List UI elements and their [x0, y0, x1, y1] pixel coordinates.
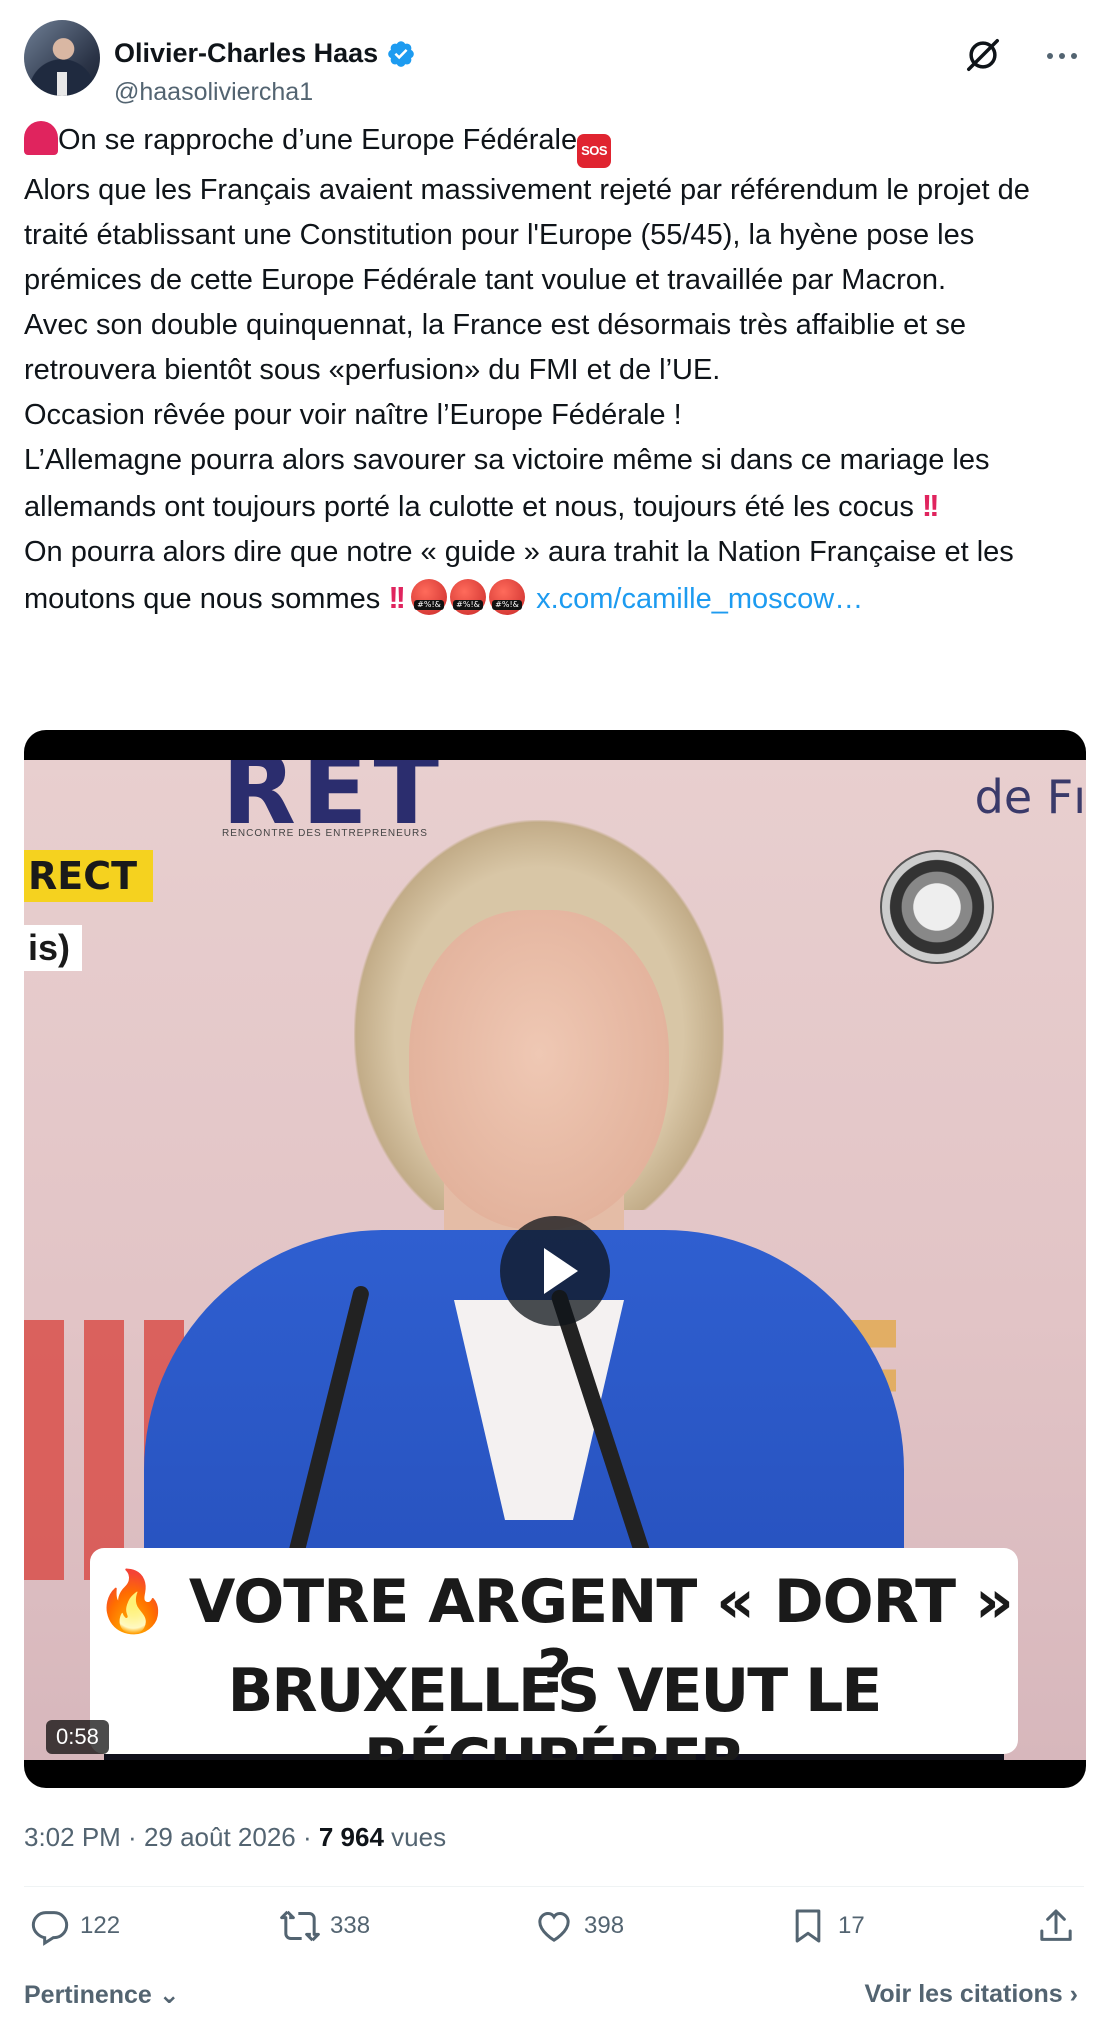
chevron-right-icon: ›: [1069, 1980, 1078, 2008]
quotes-label: Voir les citations: [864, 1980, 1063, 2008]
sos-icon: SOS: [577, 134, 612, 168]
repost-icon: [280, 1910, 320, 1942]
reply-icon: [31, 1911, 69, 1946]
backdrop-defr-text: de Fı: [974, 770, 1086, 824]
divider: [24, 1886, 1084, 1887]
tweet-header: Olivier-Charles Haas @haasoliviercha1: [24, 20, 1084, 106]
tweet-para3: Occasion rêvée pour voir naître l’Europe…: [24, 399, 682, 431]
video-duration: 0:58: [46, 1720, 109, 1754]
double-exclamation-icon: !!: [921, 488, 940, 523]
play-button[interactable]: [500, 1216, 610, 1326]
video-frame[interactable]: RET RENCONTRE DES ENTREPRENEURS de Fı RE…: [24, 760, 1086, 1760]
repost-button[interactable]: 338: [280, 1906, 370, 1946]
action-bar: 122 338 398 17: [24, 1906, 1084, 1966]
author-name[interactable]: Olivier-Charles Haas: [114, 38, 378, 69]
channel-logo-icon: [880, 850, 994, 964]
tweet-date[interactable]: 29 août 2026: [144, 1822, 296, 1852]
fire-icon: 🔥: [95, 1567, 170, 1637]
bookmark-count: 17: [838, 1912, 865, 1939]
location-badge: is): [24, 925, 83, 971]
sort-dropdown[interactable]: Pertinence ⌄: [24, 1980, 180, 2010]
video-caption: 🔥 VOTRE ARGENT « DORT » ? BRUXELLES VEUT…: [90, 1548, 1018, 1760]
speaker-face: [409, 910, 669, 1230]
backdrop-logo-text: RET: [222, 760, 445, 846]
angry-face-icon: #%!&: [450, 579, 487, 615]
double-exclamation-icon: !!: [388, 580, 406, 615]
chevron-down-icon: ⌄: [158, 1981, 180, 2009]
tweet-meta: 3:02 PM · 29 août 2026 · 7 964 vues: [24, 1822, 447, 1852]
author-name-row: Olivier-Charles Haas: [114, 38, 416, 69]
siren-icon: [24, 121, 58, 155]
share-icon: [1040, 1909, 1072, 1941]
views-count: 7 964: [318, 1822, 384, 1852]
tweet-para4: L’Allemagne pourra alors savourer sa vic…: [24, 444, 990, 523]
angry-face-icon: #%!&: [489, 579, 526, 615]
views-label: vues: [383, 1822, 447, 1852]
more-options-icon[interactable]: [1044, 44, 1080, 68]
video-player[interactable]: RET RENCONTRE DES ENTREPRENEURS de Fı RE…: [24, 730, 1086, 1788]
heart-icon: [538, 1911, 570, 1942]
tweet-link[interactable]: x.com/camille_moscow…: [536, 583, 863, 615]
sort-label: Pertinence: [24, 1981, 152, 2009]
angry-face-icon: #%!&: [411, 579, 448, 615]
share-button[interactable]: [1036, 1906, 1076, 1946]
repost-count: 338: [330, 1912, 371, 1939]
avatar[interactable]: [24, 20, 100, 96]
view-quotes-link[interactable]: Voir les citations ›: [865, 1980, 1079, 2009]
reply-count: 122: [80, 1912, 121, 1939]
bookmark-button[interactable]: 17: [788, 1906, 865, 1946]
tweet-line1: On se rapproche d’une Europe Fédérale: [58, 124, 578, 156]
bookmark-icon: [795, 1909, 821, 1943]
reply-button[interactable]: 122: [30, 1906, 120, 1946]
video-caption-line2: BRUXELLES VEUT LE RÉCUPÉRER: [227, 1656, 883, 1760]
tweet-para2: Avec son double quinquennat, la France e…: [24, 309, 967, 386]
grok-icon[interactable]: [964, 36, 1002, 74]
like-button[interactable]: 398: [534, 1906, 624, 1946]
tweet: Olivier-Charles Haas @haasoliviercha1 On…: [0, 0, 1108, 2028]
direct-badge: RECT: [24, 850, 154, 902]
tweet-text: On se rapproche d’une Europe Fédérale SOS…: [24, 118, 1090, 622]
like-count: 398: [584, 1912, 625, 1939]
tweet-para1: Alors que les Français avaient massiveme…: [24, 174, 1030, 296]
verified-badge-icon: [388, 40, 414, 67]
tweet-time[interactable]: 3:02 PM: [24, 1822, 121, 1852]
author-handle[interactable]: @haasoliviercha1: [114, 78, 313, 107]
